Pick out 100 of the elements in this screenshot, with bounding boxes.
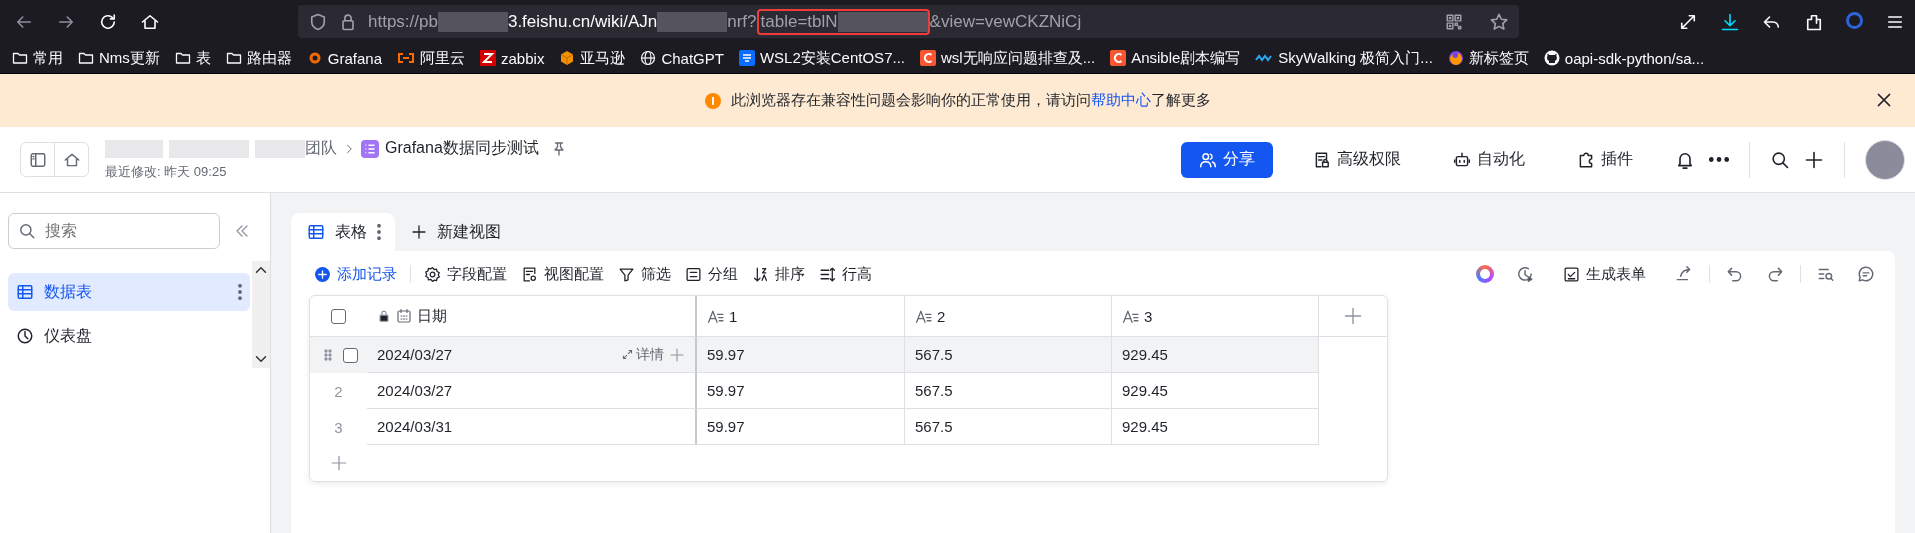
bookmark[interactable]: 新标签页 bbox=[1447, 48, 1529, 68]
address-bar[interactable]: https://pb 3.feishu.cn/wiki/AJn nrf? table=tblN &view=vewCKZNiCj bbox=[298, 5, 1519, 38]
bookmark[interactable]: zabbix bbox=[480, 49, 545, 67]
url-text: nrf? bbox=[727, 11, 757, 32]
blurred-region bbox=[657, 11, 728, 32]
search-field[interactable]: 搜索 bbox=[8, 213, 220, 249]
add-record-button[interactable]: 添加记录 bbox=[309, 260, 404, 288]
star-icon bbox=[1489, 11, 1509, 32]
bookmark[interactable]: Grafana bbox=[306, 49, 383, 67]
lock-doc-icon bbox=[1313, 150, 1331, 169]
toolbar-button[interactable]: 高级权限 bbox=[1303, 141, 1411, 178]
undo-icon[interactable] bbox=[1726, 265, 1744, 283]
table-cell: 59.97 bbox=[697, 409, 905, 445]
plus-icon bbox=[669, 346, 685, 363]
cube-icon bbox=[559, 50, 576, 66]
bookmark[interactable]: SkyWalking 极简入门... bbox=[1255, 48, 1433, 68]
share-button[interactable]: 分享 bbox=[1181, 141, 1273, 178]
gear-icon bbox=[424, 265, 441, 283]
list-doc-icon bbox=[361, 139, 379, 158]
document-title: Grafana数据同步测试 bbox=[385, 138, 539, 158]
lock-icon bbox=[377, 309, 391, 323]
table-icon bbox=[307, 223, 325, 241]
folder-icon bbox=[78, 50, 94, 66]
help-center-link[interactable]: 帮助中心 bbox=[1090, 91, 1151, 108]
add-column-icon bbox=[1343, 306, 1363, 326]
table-cell: 59.97 bbox=[697, 373, 905, 409]
bookmark[interactable]: 常用 bbox=[12, 48, 63, 68]
bookmark[interactable]: Nms更新 bbox=[78, 48, 160, 68]
row-number: 3 bbox=[333, 417, 344, 438]
table-cell: 2024/03/31 bbox=[367, 409, 697, 445]
folder-icon bbox=[12, 50, 28, 66]
notice-text: 此浏览器存在兼容性问题会影响你的正常使用，请访问帮助中心了解更多 bbox=[730, 91, 1211, 110]
arc-tile-icon bbox=[920, 50, 936, 66]
table-cell: 567.5 bbox=[905, 337, 1112, 373]
toolbar-button[interactable]: 分组 bbox=[678, 260, 745, 288]
bookmark[interactable]: 阿里云 bbox=[397, 48, 466, 68]
avatar[interactable] bbox=[1865, 139, 1905, 180]
warning-icon bbox=[704, 92, 721, 109]
bookmark[interactable]: 路由器 bbox=[225, 48, 292, 68]
bookmark[interactable]: Ansible剧本编写 bbox=[1110, 48, 1241, 68]
row-checkbox[interactable] bbox=[342, 347, 358, 363]
comment-icon[interactable] bbox=[1857, 265, 1875, 283]
group-icon bbox=[685, 265, 702, 283]
generate-form-button[interactable]: 生成表单 bbox=[1556, 260, 1653, 288]
bookmark[interactable]: WSL2安装CentOS7... bbox=[738, 48, 905, 68]
view-icon bbox=[521, 265, 538, 283]
shield-icon bbox=[308, 11, 328, 32]
robot-icon bbox=[1453, 150, 1471, 169]
toolbar-button[interactable]: 自动化 bbox=[1443, 141, 1535, 178]
qr-code-icon bbox=[1445, 12, 1463, 31]
calendar-icon bbox=[396, 308, 412, 324]
last-modified: 最近修改: 昨天 09:25 bbox=[105, 163, 228, 181]
table-icon bbox=[16, 283, 34, 301]
cat-icon bbox=[1543, 50, 1560, 66]
collapse-icon bbox=[234, 223, 250, 239]
sidebar-item[interactable]: 数据表 bbox=[8, 273, 250, 311]
close-icon bbox=[1875, 91, 1893, 109]
view-tab[interactable]: 表格 bbox=[291, 213, 395, 251]
toolbar-button[interactable]: 筛选 bbox=[611, 260, 678, 288]
plus-icon bbox=[1804, 149, 1824, 170]
select-all-checkbox[interactable] bbox=[331, 308, 346, 324]
add-icon bbox=[314, 265, 331, 283]
form-icon bbox=[1563, 265, 1580, 283]
bookmark[interactable]: 亚马逊 bbox=[559, 48, 626, 68]
history-icon[interactable] bbox=[1516, 265, 1534, 283]
bookmark[interactable]: oapi-sdk-python/sa... bbox=[1543, 49, 1705, 67]
sidebar-item[interactable]: 仪表盘 bbox=[8, 317, 250, 355]
zigzag-tile-icon bbox=[480, 50, 497, 66]
url-text: &view=vewCKZNiCj bbox=[929, 11, 1082, 32]
detail-button[interactable]: 详情 bbox=[621, 345, 664, 364]
dashboard-icon bbox=[16, 327, 34, 345]
account-icon[interactable] bbox=[1846, 11, 1863, 29]
bookmark[interactable]: ChatGPT bbox=[640, 49, 724, 67]
scrollbar[interactable] bbox=[252, 261, 270, 368]
table-cell: 567.5 bbox=[905, 409, 1112, 445]
breadcrumb-link[interactable]: 团队 bbox=[305, 138, 337, 159]
add-row-icon bbox=[330, 454, 348, 472]
expand-icon bbox=[621, 348, 634, 361]
table-cell: 59.97 bbox=[697, 337, 905, 373]
redo-icon[interactable] bbox=[1766, 265, 1784, 283]
folder-icon bbox=[225, 50, 242, 66]
bookmark[interactable]: 表 bbox=[174, 48, 211, 68]
sort-icon bbox=[752, 265, 769, 283]
share-icon[interactable] bbox=[1675, 265, 1693, 283]
view-tab[interactable]: 新建视图 bbox=[395, 213, 517, 251]
url-text: table=tblN bbox=[760, 11, 838, 32]
toolbar-button[interactable]: 字段配置 bbox=[417, 260, 514, 288]
toolbar-button[interactable]: 视图配置 bbox=[514, 260, 611, 288]
toolbar-button[interactable]: 排序 bbox=[745, 260, 812, 288]
row-number: 2 bbox=[333, 381, 344, 402]
toolbar-button[interactable]: 插件 bbox=[1567, 141, 1643, 178]
folder-icon bbox=[174, 50, 191, 66]
ai-assistant-icon[interactable] bbox=[1476, 265, 1494, 283]
bookmark[interactable]: wsl无响应问题排查及... bbox=[920, 48, 1096, 68]
table-cell: 929.45 bbox=[1112, 337, 1319, 373]
sidebar-icon bbox=[28, 150, 47, 169]
users-icon bbox=[1199, 150, 1217, 169]
toolbar-button[interactable]: 行高 bbox=[812, 260, 879, 288]
table-cell: 567.5 bbox=[905, 373, 1112, 409]
more-icon bbox=[377, 224, 381, 240]
